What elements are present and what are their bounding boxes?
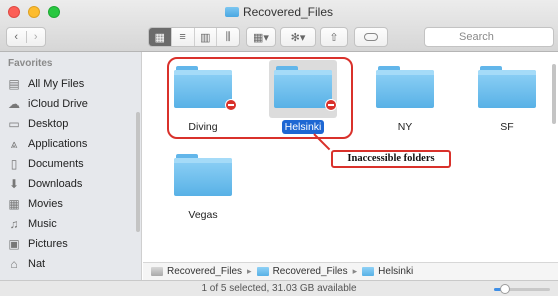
arrange-button[interactable]: ▦▾ — [246, 27, 276, 47]
sidebar-item-downloads[interactable]: ⬇ Downloads — [6, 174, 134, 194]
folder-name[interactable]: NY — [395, 120, 416, 134]
path-bar: Recovered_Files ▸ Recovered_Files ▸ Hels… — [143, 262, 558, 280]
sidebar-item-label: Nat — [28, 258, 46, 270]
status-text: 1 of 5 selected, 31.03 GB available — [201, 283, 357, 294]
folder-item-sf[interactable]: SF — [467, 66, 547, 134]
path-segment-label: Helsinki — [378, 266, 414, 277]
forward-button[interactable]: › — [25, 31, 46, 43]
pictures-icon: ▣ — [8, 237, 20, 251]
desktop-icon: ▭ — [8, 117, 20, 131]
folder-icon[interactable] — [376, 66, 434, 108]
sidebar-item-label: Pictures — [28, 238, 68, 250]
tag-icon — [364, 33, 378, 41]
tag-button[interactable] — [354, 27, 388, 47]
folder-name[interactable]: SF — [497, 120, 516, 134]
folder-name[interactable]: Vegas — [185, 208, 220, 222]
path-segment[interactable]: Recovered_Files — [256, 266, 348, 277]
folder-icon[interactable] — [174, 154, 232, 196]
finder-window: Recovered_Files ‹ › ▦ ≡ ▥ ⫼ ▦▾ ✻▾ ⇧ Sear… — [0, 0, 558, 296]
path-separator: ▸ — [247, 266, 252, 276]
window-title: Recovered_Files — [0, 4, 558, 20]
back-button[interactable]: ‹ — [7, 31, 26, 43]
documents-icon: ▯ — [10, 157, 18, 171]
path-segment-label: Recovered_Files — [167, 266, 243, 277]
annotation-highlight — [167, 57, 353, 139]
folder-icon — [362, 267, 375, 276]
sidebar-heading: Favorites — [8, 58, 53, 69]
status-bar: 1 of 5 selected, 31.03 GB available — [0, 280, 558, 296]
music-icon: ♫ — [9, 217, 19, 231]
sidebar-item-movies[interactable]: ▦ Movies — [6, 194, 134, 214]
sidebar-item-label: Documents — [28, 158, 84, 170]
folder-item-vegas[interactable]: Vegas — [163, 154, 243, 222]
sidebar-item-desktop[interactable]: ▭ Desktop — [6, 114, 134, 134]
cloud-icon: ☁ — [8, 97, 20, 111]
drive-icon — [151, 267, 163, 276]
sidebar-item-applications[interactable]: ⩓ Applications — [6, 134, 134, 154]
title-bar: Recovered_Files ‹ › ▦ ≡ ▥ ⫼ ▦▾ ✻▾ ⇧ Sear… — [0, 0, 558, 52]
sidebar-item-documents[interactable]: ▯ Documents — [6, 154, 134, 174]
folder-icon — [224, 7, 239, 17]
path-segment-label: Recovered_Files — [272, 266, 348, 277]
path-segment[interactable]: Helsinki — [362, 266, 413, 277]
slider-knob[interactable] — [500, 284, 511, 294]
action-button[interactable]: ✻▾ — [280, 27, 316, 47]
sidebar-item-music[interactable]: ♫ Music — [6, 214, 134, 234]
window-title-text: Recovered_Files — [242, 5, 334, 19]
main-scrollbar[interactable] — [552, 64, 556, 124]
sidebar-item-label: Movies — [28, 198, 63, 210]
sidebar-item-label: Applications — [28, 138, 88, 150]
folder-item-ny[interactable]: NY — [365, 66, 445, 134]
sidebar-item-label: All My Files — [28, 78, 85, 90]
annotation-callout: Inaccessible folders — [331, 150, 451, 168]
path-separator: ▸ — [352, 266, 358, 276]
search-field[interactable]: Search — [424, 27, 554, 47]
sidebar-item-pictures[interactable]: ▣ Pictures — [6, 234, 134, 254]
column-view-button[interactable]: ▥ — [193, 28, 217, 46]
path-segment[interactable]: Recovered_Files — [151, 266, 242, 277]
all-files-icon: ▤ — [8, 77, 20, 91]
sidebar: Favorites ▤ All My Files ☁ iCloud Drive ▭ Des… — [0, 52, 142, 296]
sidebar-item-label: Downloads — [28, 178, 83, 190]
folder-icon — [256, 267, 269, 276]
sidebar-item-label: Music — [28, 218, 57, 230]
view-mode-buttons: ▦ ≡ ▥ ⫼ — [148, 27, 240, 47]
sidebar-item-nat[interactable]: ⌂ Nat — [6, 254, 134, 274]
cover-flow-button[interactable]: ⫼ — [216, 28, 239, 46]
icon-size-slider[interactable] — [494, 284, 550, 294]
sidebar-scrollbar[interactable] — [136, 112, 140, 232]
movies-icon: ▦ — [8, 197, 20, 211]
icon-view-button[interactable]: ▦ — [149, 28, 171, 46]
downloads-icon: ⬇ — [8, 177, 20, 191]
folder-icon[interactable] — [478, 66, 536, 108]
list-view-button[interactable]: ≡ — [170, 28, 194, 46]
navigation-buttons: ‹ › — [6, 27, 46, 47]
sidebar-item-icloud-drive[interactable]: ☁ iCloud Drive — [6, 94, 134, 114]
applications-icon: ⩓ — [10, 136, 18, 151]
sidebar-item-label: iCloud Drive — [28, 98, 88, 110]
share-button[interactable]: ⇧ — [320, 27, 348, 47]
home-icon: ⌂ — [10, 257, 18, 271]
sidebar-item-label: Desktop — [28, 118, 69, 130]
sidebar-item-all-my-files[interactable]: ▤ All My Files — [6, 74, 134, 94]
